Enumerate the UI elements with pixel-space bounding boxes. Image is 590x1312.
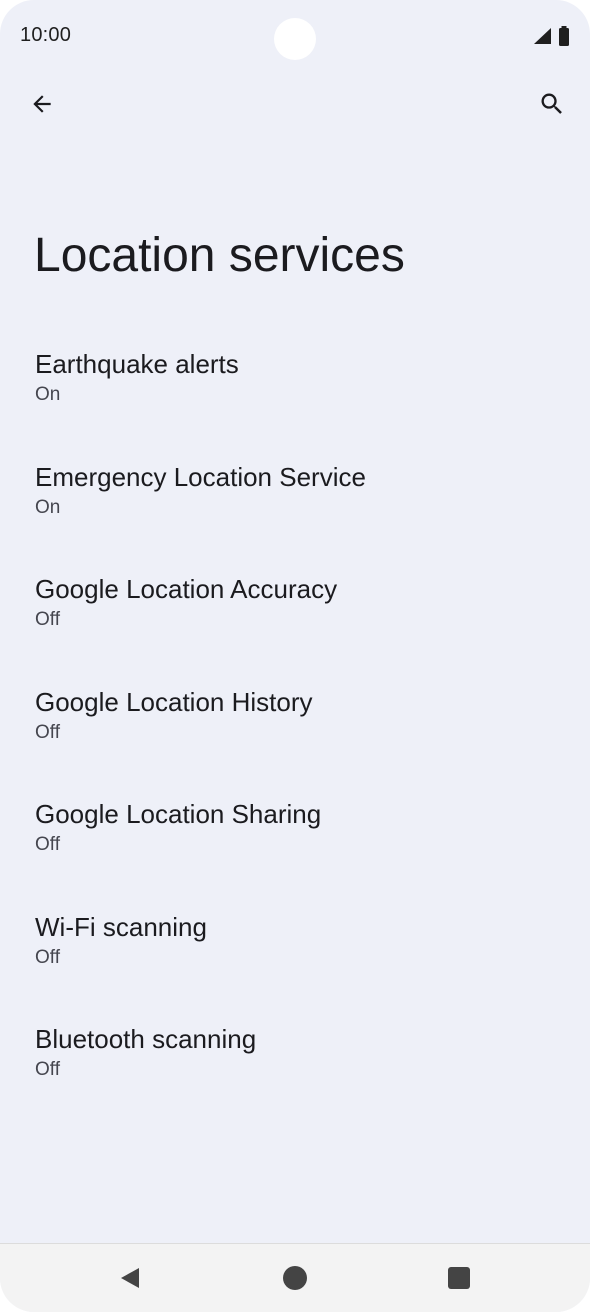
setting-title: Google Location History <box>35 686 313 717</box>
status-icons <box>532 26 570 46</box>
nav-recents-button[interactable] <box>437 1256 481 1300</box>
setting-summary: Off <box>35 1059 60 1080</box>
navigation-bar <box>0 1243 590 1312</box>
setting-summary: On <box>35 384 61 405</box>
status-time: 10:00 <box>20 24 72 46</box>
setting-summary: Off <box>35 721 60 743</box>
setting-google-location-sharing[interactable]: Google Location Sharing Off <box>0 786 590 899</box>
triangle-back-icon <box>121 1268 139 1288</box>
square-recents-icon <box>448 1267 470 1289</box>
settings-list: Earthquake alerts On Emergency Location … <box>0 336 590 1124</box>
nav-back-button[interactable] <box>108 1256 152 1300</box>
setting-title: Wi-Fi scanning <box>35 911 207 942</box>
setting-summary: On <box>35 496 61 518</box>
status-bar: 10:00 <box>0 0 590 76</box>
setting-summary: Off <box>35 609 60 630</box>
setting-google-location-history[interactable]: Google Location History Off <box>0 674 590 787</box>
setting-title: Emergency Location Service <box>35 461 366 492</box>
setting-google-location-accuracy[interactable]: Google Location Accuracy Off <box>0 561 590 674</box>
search-button[interactable] <box>532 84 572 124</box>
nav-home-button[interactable] <box>273 1256 317 1300</box>
circle-home-icon <box>283 1266 307 1290</box>
setting-title: Earthquake alerts <box>35 349 239 379</box>
setting-title: Google Location Sharing <box>35 799 322 829</box>
setting-bluetooth-scanning[interactable]: Bluetooth scanning Off <box>0 1011 590 1124</box>
search-icon <box>541 93 562 114</box>
setting-wifi-scanning[interactable]: Wi-Fi scanning Off <box>0 899 590 1012</box>
setting-emergency-location-service[interactable]: Emergency Location Service On <box>0 449 590 562</box>
phone-screen: 10:00 Location services Earthquake alert… <box>0 0 590 1312</box>
camera-cutout <box>274 18 316 60</box>
setting-title: Google Location Accuracy <box>35 574 338 604</box>
setting-title: Bluetooth scanning <box>35 1024 257 1054</box>
page-title: Location services <box>34 229 405 282</box>
battery-icon <box>559 26 569 46</box>
setting-summary: Off <box>35 946 60 968</box>
back-button[interactable] <box>22 84 62 124</box>
setting-summary: Off <box>35 834 60 855</box>
setting-earthquake-alerts[interactable]: Earthquake alerts On <box>0 336 590 449</box>
toolbar <box>0 76 590 132</box>
signal-icon <box>534 28 551 44</box>
arrow-left-icon <box>33 95 51 113</box>
